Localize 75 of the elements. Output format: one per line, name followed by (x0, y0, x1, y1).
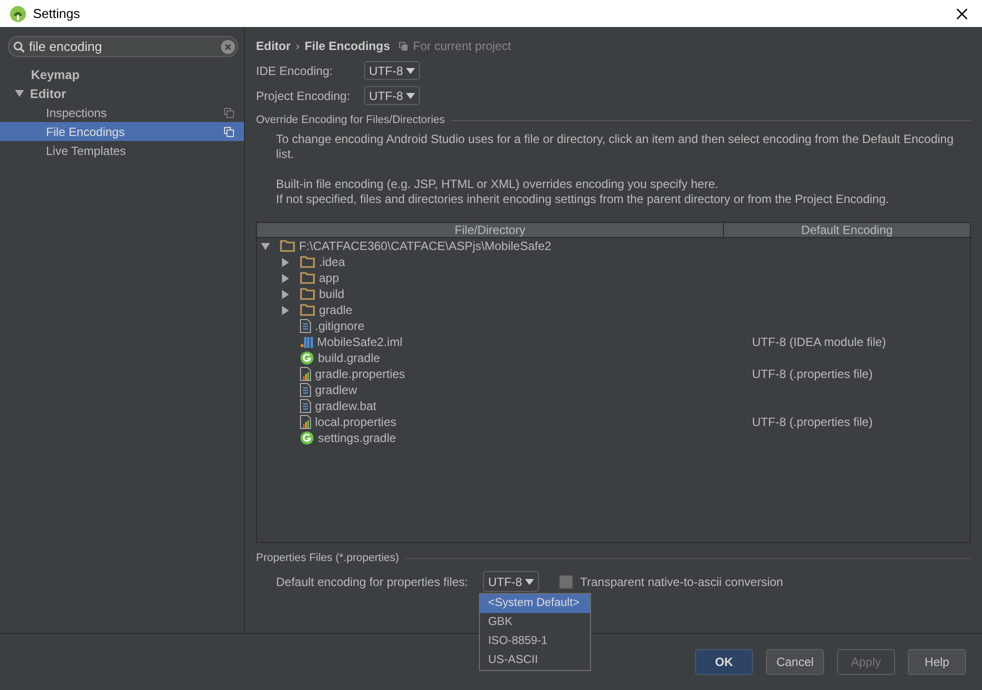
file-name[interactable]: settings.gradle (318, 431, 396, 445)
file-name[interactable]: build.gradle (318, 351, 380, 365)
checkbox-label[interactable]: Transparent native-to-ascii conversion (580, 574, 784, 588)
dialog-button[interactable]: OK (695, 649, 753, 675)
dialog-button[interactable]: Cancel (766, 649, 824, 675)
gradle-file-icon (300, 431, 314, 445)
file-name[interactable]: build (319, 287, 344, 301)
file-name[interactable]: F:\CATFACE360\CATFACE\ASPjs\MobileSafe2 (299, 239, 552, 253)
copy-icon (399, 42, 408, 50)
sidebar-item[interactable]: Live Templates (0, 141, 244, 160)
checkbox[interactable] (559, 574, 574, 588)
caret-icon (406, 68, 415, 74)
encoding-dropdown[interactable]: UTF-8 (364, 86, 420, 105)
caret-icon (525, 578, 534, 584)
sidebar-item[interactable]: File Encodings (0, 122, 244, 141)
text-file-icon (300, 399, 311, 413)
folder-icon (300, 304, 315, 316)
file-name[interactable]: gradlew.bat (315, 399, 376, 413)
dropdown-option[interactable]: <System Default> (480, 594, 590, 613)
sidebar-item[interactable]: Keymap (0, 65, 244, 84)
file-name[interactable]: MobileSafe2.iml (317, 335, 402, 349)
encoding-cell: UTF-8 (.properties file) (752, 415, 873, 429)
description-text: If not specified, files and directories inherit encoding settings from the parent directory or from the Project Encoding. (276, 192, 890, 207)
properties-file-icon (300, 415, 311, 429)
search-field[interactable]: file encoding (8, 36, 238, 57)
file-name[interactable]: local.properties (315, 415, 396, 429)
field-label: Default encoding for properties files: (276, 574, 468, 588)
expand-arrow-icon[interactable] (15, 89, 24, 98)
folder-icon (280, 240, 295, 252)
file-name[interactable]: gradle.properties (315, 367, 406, 381)
properties-file-icon (300, 367, 311, 381)
breadcrumb-separator: › (296, 39, 300, 53)
section-title: Override Encoding for Files/Directories (256, 114, 445, 126)
field-label: IDE Encoding: (256, 64, 334, 78)
android-logo-icon (10, 6, 26, 22)
gradle-file-icon (300, 351, 314, 365)
expand-arrow-icon[interactable] (261, 242, 270, 250)
expand-arrow-icon[interactable] (281, 274, 290, 282)
module-file-icon (300, 336, 313, 348)
column-header[interactable]: File/Directory (257, 223, 724, 237)
dropdown-option[interactable]: US-ASCII (480, 651, 590, 670)
file-name[interactable]: gradlew (315, 383, 358, 397)
encoding-cell: UTF-8 (.properties file) (752, 367, 873, 381)
encoding-dropdown[interactable]: UTF-8 (483, 571, 540, 592)
clear-icon[interactable] (221, 40, 235, 54)
folder-icon (300, 288, 315, 300)
expand-arrow-icon[interactable] (281, 306, 290, 314)
file-name[interactable]: .gitignore (315, 319, 364, 333)
close-icon[interactable] (956, 8, 968, 20)
text-file-icon (300, 319, 311, 333)
section-title: Properties Files (*.properties) (256, 552, 400, 564)
sidebar-item[interactable]: Inspections (0, 103, 244, 122)
dropdown-option[interactable]: ISO-8859-1 (480, 632, 590, 651)
caret-icon (406, 92, 415, 98)
scope-label: For current project (413, 39, 512, 53)
description-text: Built-in file encoding (e.g. JSP, HTML or XML) overrides encoding you specify here. (276, 177, 720, 192)
text-file-icon (300, 383, 311, 397)
breadcrumb-item: File Encodings (304, 39, 390, 53)
folder-icon (300, 272, 315, 284)
column-header[interactable]: Default Encoding (724, 223, 970, 237)
expand-arrow-icon[interactable] (281, 258, 290, 266)
dialog-button[interactable]: Help (908, 649, 966, 675)
file-name[interactable]: .idea (319, 255, 346, 269)
expand-arrow-icon[interactable] (281, 290, 290, 298)
description-text: To change encoding Android Studio uses for a file or directory, click an item and then select encoding from the Default Encoding list. (276, 132, 955, 162)
folder-icon (300, 256, 315, 268)
window-title: Settings (33, 6, 81, 21)
encoding-cell: UTF-8 (IDEA module file) (752, 335, 886, 349)
encoding-dropdown[interactable]: UTF-8 (364, 61, 420, 80)
dropdown-option[interactable]: GBK (480, 613, 590, 632)
file-name[interactable]: app (319, 271, 340, 285)
file-name[interactable]: gradle (319, 303, 352, 317)
field-label: Project Encoding: (256, 88, 352, 102)
sidebar-item[interactable]: Editor (0, 84, 244, 103)
breadcrumb-item: Editor (256, 39, 291, 53)
